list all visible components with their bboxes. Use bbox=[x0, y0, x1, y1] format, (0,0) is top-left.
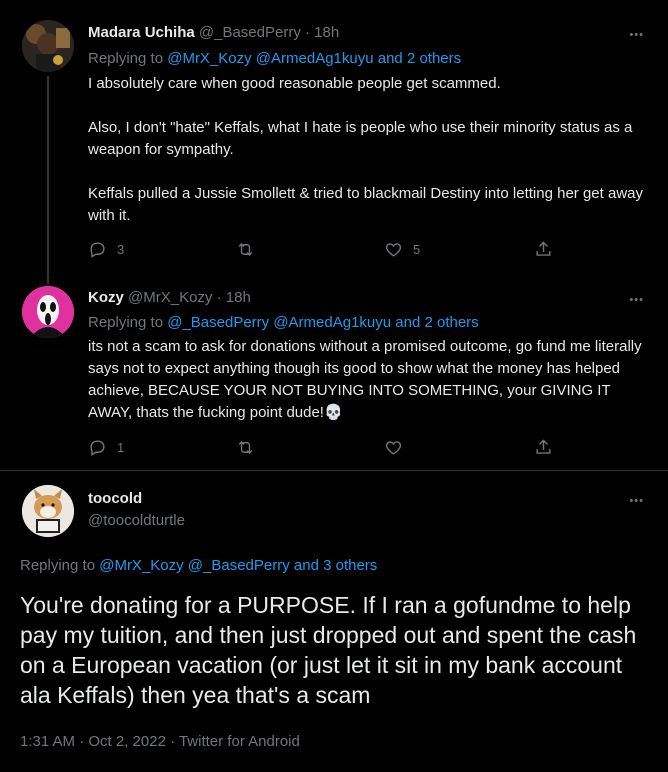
reply-tweet-2[interactable]: Kozy @MrX_Kozy · 18h ••• Replying to @_B… bbox=[0, 278, 668, 470]
replying-to: Replying to @MrX_Kozy @_BasedPerry and 3… bbox=[20, 557, 377, 574]
like-button[interactable] bbox=[384, 438, 534, 457]
replying-to: Replying to @MrX_Kozy @ArmedAg1kuyu and … bbox=[88, 50, 461, 67]
replying-prefix: Replying to bbox=[88, 50, 164, 67]
like-icon bbox=[385, 243, 402, 257]
handle[interactable]: @toocoldturtle bbox=[88, 512, 185, 529]
replying-prefix: Replying to bbox=[20, 557, 96, 574]
like-button[interactable]: 5 bbox=[384, 240, 534, 259]
retweet-icon bbox=[238, 440, 253, 455]
reply-button[interactable]: 3 bbox=[88, 240, 236, 259]
reply-button[interactable]: 1 bbox=[88, 438, 236, 457]
avatar-madara[interactable] bbox=[22, 20, 74, 72]
replying-to-users[interactable]: @_BasedPerry @ArmedAg1kuyu and 2 others bbox=[167, 314, 478, 331]
more-icon[interactable]: ••• bbox=[629, 295, 644, 306]
main-tweet: toocold @toocoldturtle ••• Replying to @… bbox=[0, 471, 668, 772]
retweet-button[interactable] bbox=[236, 240, 384, 259]
paragraph: Keffals pulled a Jussie Smollett & tried… bbox=[88, 185, 643, 224]
main-tweet-text: You're donating for a PURPOSE. If I ran … bbox=[20, 592, 637, 708]
handle[interactable]: @_BasedPerry bbox=[199, 24, 301, 41]
timestamp[interactable]: · 18h bbox=[217, 289, 251, 306]
handle[interactable]: @MrX_Kozy bbox=[128, 289, 212, 306]
share-icon bbox=[536, 439, 551, 454]
retweet-icon bbox=[238, 242, 253, 257]
tweet-text: its not a scam to ask for donations with… bbox=[88, 338, 642, 421]
like-count: 5 bbox=[413, 242, 421, 257]
paragraph: I absolutely care when good reasonable p… bbox=[88, 75, 501, 92]
tweet-actions: 3 5 bbox=[88, 240, 553, 259]
replying-to: Replying to @_BasedPerry @ArmedAg1kuyu a… bbox=[88, 314, 479, 331]
tweet-meta[interactable]: 1:31 AM · Oct 2, 2022 · Twitter for Andr… bbox=[20, 733, 300, 750]
share-icon bbox=[536, 241, 551, 256]
replying-to-users[interactable]: @MrX_Kozy @_BasedPerry and 3 others bbox=[99, 557, 377, 574]
more-icon[interactable]: ••• bbox=[629, 30, 644, 41]
reply-count: 1 bbox=[117, 440, 125, 455]
display-name[interactable]: Kozy bbox=[88, 289, 124, 306]
thread-connector bbox=[47, 76, 49, 284]
reply-tweet-1[interactable]: Madara Uchiha @_BasedPerry · 18h ••• Rep… bbox=[0, 0, 668, 284]
tweet-header: Kozy @MrX_Kozy · 18h bbox=[88, 289, 251, 306]
share-button[interactable] bbox=[534, 240, 553, 259]
timestamp[interactable]: · 18h bbox=[305, 24, 339, 41]
display-name[interactable]: Madara Uchiha bbox=[88, 24, 195, 41]
replying-prefix: Replying to bbox=[88, 314, 164, 331]
like-icon bbox=[385, 441, 402, 455]
replying-to-users[interactable]: @MrX_Kozy @ArmedAg1kuyu and 2 others bbox=[167, 50, 461, 67]
reply-icon bbox=[90, 440, 105, 456]
tweet-text: I absolutely care when good reasonable p… bbox=[88, 73, 648, 227]
avatar-kozy[interactable] bbox=[22, 286, 74, 338]
share-button[interactable] bbox=[534, 438, 553, 457]
tweet-actions: 1 bbox=[88, 438, 553, 457]
more-icon[interactable]: ••• bbox=[629, 496, 644, 507]
avatar-toocold[interactable] bbox=[22, 485, 74, 537]
display-name[interactable]: toocold bbox=[88, 490, 142, 507]
reply-icon bbox=[90, 242, 105, 258]
reply-count: 3 bbox=[117, 242, 125, 257]
retweet-button[interactable] bbox=[236, 438, 384, 457]
paragraph: Also, I don't "hate" Keffals, what I hat… bbox=[88, 119, 633, 158]
tweet-header: Madara Uchiha @_BasedPerry · 18h bbox=[88, 24, 339, 41]
